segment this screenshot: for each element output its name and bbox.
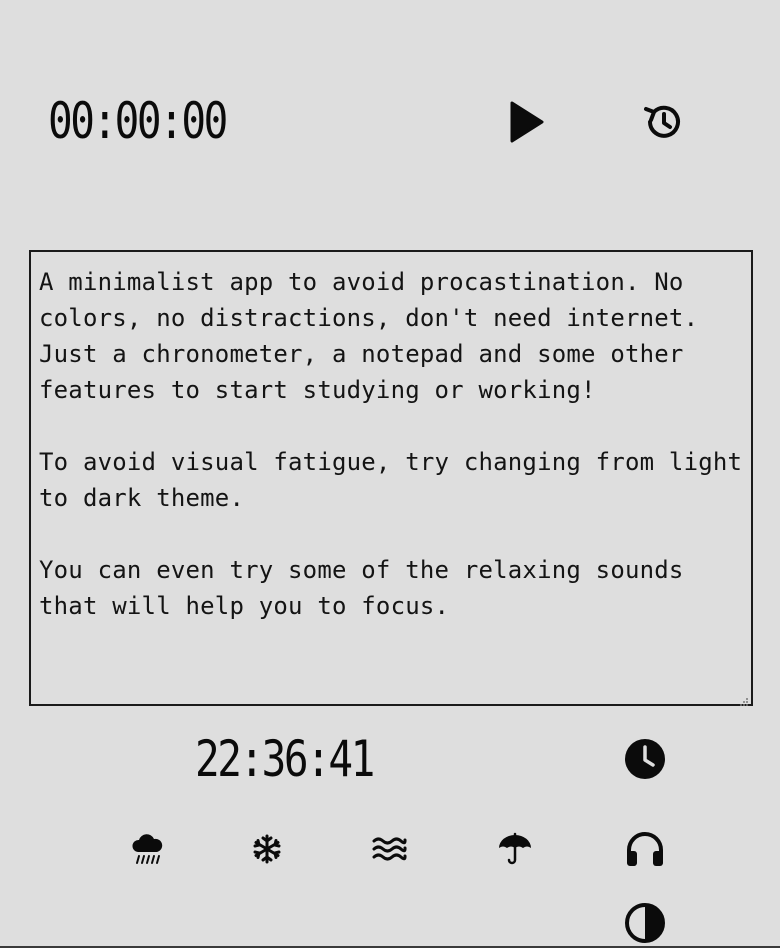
history-icon [641,100,685,144]
play-button[interactable] [502,98,550,146]
resize-grip-icon[interactable] [739,692,749,706]
headphones-icon [624,830,666,868]
snow-sound-button[interactable] [244,826,290,872]
stopwatch-display: 00:00:00 [48,92,228,150]
clock-icon [624,738,666,780]
umbrella-icon [497,832,533,866]
theme-toggle-button[interactable] [621,900,669,946]
reset-button[interactable] [639,99,687,145]
notepad-container: A minimalist app to avoid procastination… [29,250,753,706]
headphones-sound-button[interactable] [620,826,670,872]
app-root: 00:00:00 A minimalist app to avoid proca… [0,0,780,948]
rain-sound-button[interactable] [124,826,170,872]
umbrella-sound-button[interactable] [492,826,538,872]
waves-icon [371,835,407,863]
notepad-textarea[interactable]: A minimalist app to avoid procastination… [31,252,751,704]
rain-cloud-icon [130,832,164,866]
clock-display: 22:36:41 [195,730,375,788]
waves-sound-button[interactable] [366,826,412,872]
play-icon [506,100,546,144]
contrast-icon [624,902,666,944]
snowflake-icon [252,834,282,864]
alarm-button[interactable] [621,736,669,782]
